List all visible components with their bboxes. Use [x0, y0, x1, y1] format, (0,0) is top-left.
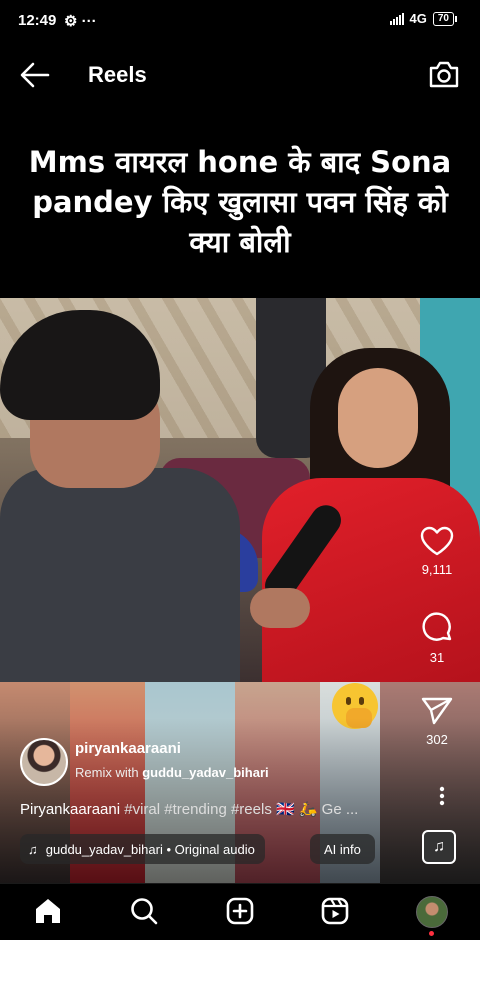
profile-avatar[interactable] — [416, 896, 448, 928]
post-caption[interactable]: Piryankaaraani #viral #trending #reels 🇬… — [20, 800, 408, 818]
audio-pill[interactable]: ♫ guddu_yadav_bihari • Original audio — [20, 834, 265, 864]
create-icon[interactable] — [225, 896, 255, 926]
man-body — [0, 468, 240, 682]
comment-count: 31 — [429, 650, 445, 665]
reels-icon[interactable] — [320, 896, 350, 926]
notification-dot — [429, 931, 434, 936]
send-icon — [421, 697, 453, 725]
user-avatar[interactable] — [20, 738, 68, 786]
status-bar: 12:49 ⚙ ··· 4G 70 — [0, 0, 480, 42]
battery-icon: 70 — [432, 11, 458, 26]
caption-tags: #viral #trending #reels 🇬🇧 🛵 Ge ... — [124, 801, 359, 818]
network-type: 4G — [409, 11, 427, 26]
signal-icon — [389, 12, 404, 25]
remix-prefix: Remix with — [75, 765, 139, 780]
audio-thumbnail[interactable]: ♫ — [422, 830, 456, 864]
status-extra-icons: ⚙ ··· — [64, 13, 97, 30]
music-note-icon: ♫ — [433, 838, 445, 855]
status-right: 4G 70 — [389, 11, 458, 26]
reel-video[interactable] — [0, 298, 480, 883]
heart-icon — [420, 526, 454, 556]
remix-info[interactable]: Remix with guddu_yadav_bihari — [75, 765, 269, 780]
like-button[interactable]: 9,111 — [412, 526, 462, 577]
back-arrow-icon[interactable] — [20, 62, 50, 88]
camera-icon[interactable] — [428, 59, 460, 89]
comment-icon — [422, 612, 452, 641]
share-count: 302 — [426, 732, 448, 747]
woman-face — [338, 368, 418, 468]
comment-button[interactable]: 31 — [412, 612, 462, 665]
share-button[interactable]: 302 — [412, 696, 462, 747]
audio-label: guddu_yadav_bihari • Original audio — [45, 841, 255, 857]
reels-screen: 12:49 ⚙ ··· 4G 70 Reels Mms वायरल hone क… — [0, 0, 480, 940]
reels-header: Reels — [0, 50, 480, 100]
caption-user: Piryankaaraani — [20, 801, 121, 818]
bottom-nav — [0, 883, 480, 940]
search-icon[interactable] — [129, 896, 159, 926]
ai-info-label: AI info — [324, 841, 361, 857]
video-scene — [0, 298, 480, 682]
remix-user: guddu_yadav_bihari — [142, 765, 269, 780]
home-icon[interactable] — [33, 896, 63, 926]
page-title: Reels — [88, 62, 147, 87]
hand — [250, 588, 310, 628]
username[interactable]: piryankaaraani — [75, 740, 181, 757]
more-icon[interactable] — [439, 786, 445, 806]
video-caption-overlay: Mms वायरल hone के बाद Sona pandey किए खु… — [28, 145, 452, 259]
ai-info-button[interactable]: AI info — [310, 834, 375, 864]
like-count: 9,111 — [421, 562, 453, 577]
music-note-icon: ♫ — [28, 841, 38, 857]
status-time: 12:49 — [18, 12, 57, 29]
